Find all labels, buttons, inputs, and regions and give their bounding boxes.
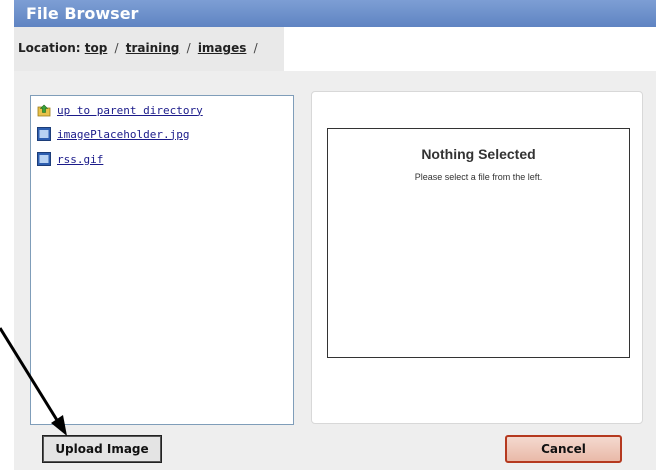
annotation-arrow-icon bbox=[0, 327, 67, 436]
